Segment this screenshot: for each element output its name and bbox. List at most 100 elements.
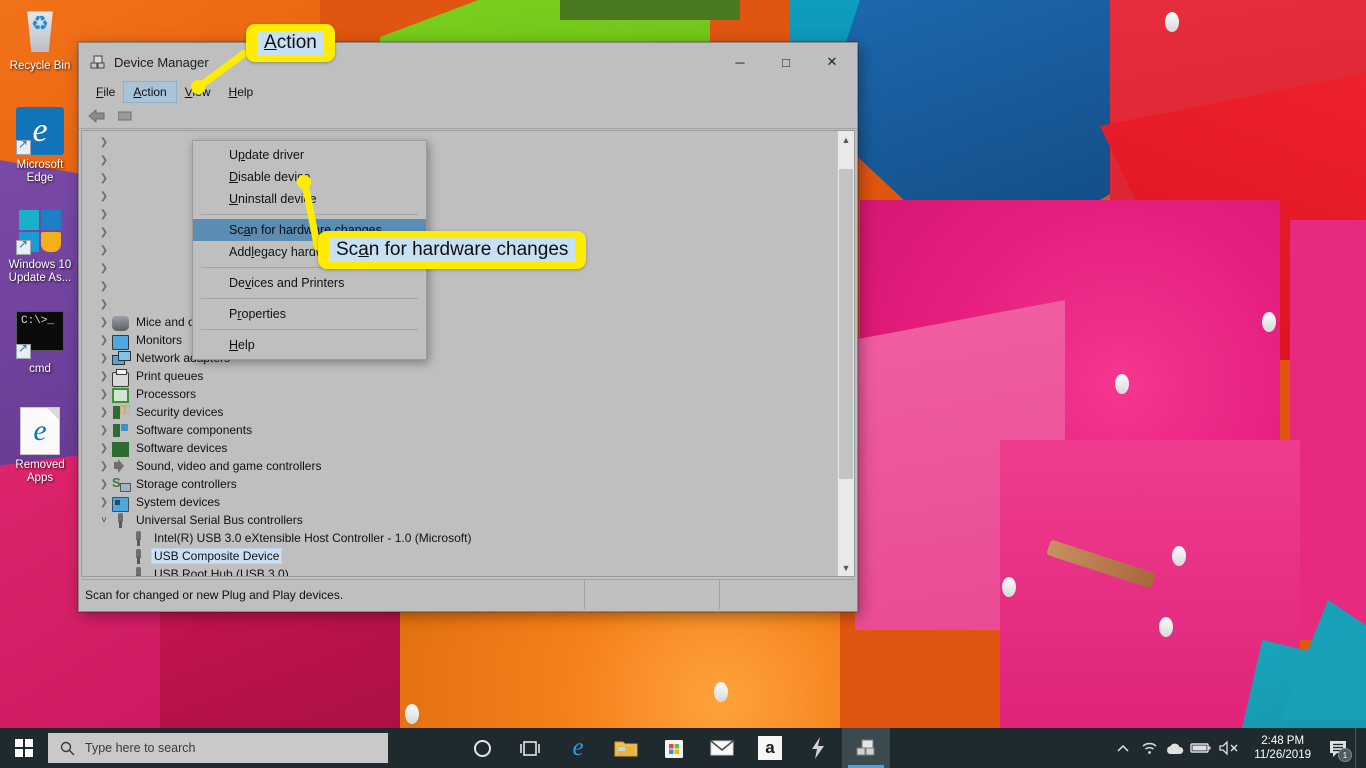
command-prompt-icon: C:\>_ bbox=[16, 311, 64, 359]
close-button[interactable]: ✕ bbox=[809, 47, 855, 77]
chevron-right-icon[interactable]: ❯ bbox=[96, 407, 112, 418]
table-row[interactable]: ❯ System devices bbox=[82, 493, 837, 512]
minimize-button[interactable]: ─ bbox=[717, 47, 763, 77]
windows-logo-icon bbox=[15, 739, 33, 757]
table-row[interactable]: ❯ Print queues bbox=[82, 367, 837, 387]
menu-help[interactable]: Help bbox=[220, 82, 263, 102]
chevron-right-icon[interactable]: ❯ bbox=[96, 281, 112, 292]
menu-item-uninstall-device[interactable]: Uninstall device bbox=[193, 188, 426, 210]
desktop-icon-label: Recycle Bin bbox=[9, 60, 71, 72]
notification-badge: 1 bbox=[1338, 748, 1352, 762]
wallpaper-umbrella-knob bbox=[1262, 312, 1276, 332]
chevron-right-icon[interactable]: ❯ bbox=[96, 443, 112, 454]
chevron-right-icon[interactable]: ❯ bbox=[96, 263, 112, 274]
desktop-icon-windows-10-update-assistant[interactable]: Windows 10 Update As... bbox=[2, 207, 78, 285]
menu-action[interactable]: Action bbox=[123, 81, 177, 103]
table-row-label: System devices bbox=[136, 495, 221, 509]
chevron-right-icon[interactable]: ❯ bbox=[96, 371, 112, 382]
taskbar-cortana-icon[interactable] bbox=[458, 728, 506, 768]
onedrive-cloud-icon[interactable] bbox=[1162, 728, 1188, 768]
chevron-right-icon[interactable]: ❯ bbox=[96, 299, 112, 310]
window-statusbar: Scan for changed or new Plug and Play de… bbox=[81, 579, 855, 609]
menu-item-properties[interactable]: Pr operties bbox=[193, 303, 426, 325]
table-row[interactable]: ❯ Processors bbox=[82, 385, 837, 403]
chevron-right-icon[interactable]: ❯ bbox=[96, 461, 112, 472]
table-row-label: Intel(R) USB 3.0 eXtensible Host Control… bbox=[154, 531, 472, 545]
volume-muted-icon[interactable] bbox=[1214, 728, 1244, 768]
monitor-icon bbox=[112, 333, 129, 350]
clock-time: 2:48 PM bbox=[1261, 735, 1305, 747]
menu-item-help[interactable]: Help bbox=[193, 334, 426, 356]
taskbar-mail-icon[interactable] bbox=[698, 728, 746, 768]
back-arrow-icon[interactable] bbox=[87, 106, 107, 126]
table-row[interactable]: ❯ Storage controllers bbox=[82, 475, 837, 493]
battery-icon[interactable] bbox=[1188, 728, 1214, 768]
mouse-icon bbox=[112, 315, 129, 331]
taskbar-file-explorer-icon[interactable] bbox=[602, 728, 650, 768]
table-row[interactable]: ˅ Universal Serial Bus controllers bbox=[82, 511, 837, 529]
table-row[interactable]: ❯ Security devices bbox=[82, 402, 837, 421]
device-manager-icon bbox=[89, 54, 106, 71]
chevron-right-icon[interactable]: ❯ bbox=[96, 173, 112, 184]
menu-item-devices-and-printers[interactable]: De v ices and Printers bbox=[193, 272, 426, 294]
windows-taskbar: Type here to search e a 2:48 PM 11/26/20… bbox=[0, 728, 1366, 768]
chevron-right-icon[interactable]: ❯ bbox=[96, 425, 112, 436]
taskbar-microsoft-store-icon[interactable] bbox=[650, 728, 698, 768]
wallpaper-umbrella-knob bbox=[1115, 374, 1129, 394]
start-button[interactable] bbox=[0, 728, 48, 768]
maximize-button[interactable]: □ bbox=[763, 47, 809, 77]
properties-icon[interactable] bbox=[115, 106, 135, 126]
software-device-icon bbox=[112, 441, 129, 457]
taskbar-lightning-icon[interactable] bbox=[794, 728, 842, 768]
chevron-right-icon[interactable]: ❯ bbox=[96, 191, 112, 202]
scroll-down-arrow[interactable]: ▼ bbox=[838, 559, 854, 576]
desktop-icon-cmd[interactable]: C:\>_ cmd bbox=[2, 307, 78, 376]
taskbar-search-box[interactable]: Type here to search bbox=[48, 733, 388, 763]
chevron-down-icon[interactable]: ˅ bbox=[96, 515, 112, 526]
taskbar-microsoft-edge-icon[interactable]: e bbox=[554, 728, 602, 768]
wifi-icon[interactable] bbox=[1136, 728, 1162, 768]
chevron-right-icon[interactable]: ❯ bbox=[96, 155, 112, 166]
desktop-icon-microsoft-edge[interactable]: e Microsoft Edge bbox=[2, 107, 78, 185]
table-row[interactable]: USB Root Hub (USB 3.0) bbox=[82, 565, 837, 576]
table-row-label: Software components bbox=[136, 423, 253, 437]
taskbar-device-manager-icon[interactable] bbox=[842, 728, 890, 768]
table-row[interactable]: ❯ Software components bbox=[82, 421, 837, 439]
desktop-icon-removed-apps[interactable]: e Removed Apps bbox=[2, 407, 78, 485]
taskbar-amazon-icon[interactable]: a bbox=[746, 728, 794, 768]
table-row[interactable]: Intel(R) USB 3.0 eXtensible Host Control… bbox=[82, 529, 837, 547]
taskbar-task-view-icon[interactable] bbox=[506, 728, 554, 768]
table-row[interactable]: USB Composite Device bbox=[82, 547, 837, 565]
chevron-right-icon[interactable]: ❯ bbox=[96, 389, 112, 400]
wallpaper-umbrella-knob bbox=[1002, 577, 1016, 597]
table-row[interactable]: ❯ Software devices bbox=[82, 439, 837, 457]
window-titlebar[interactable]: Device Manager ─ □ ✕ bbox=[79, 43, 857, 81]
scrollbar-thumb[interactable] bbox=[839, 169, 853, 479]
desktop-icon-label: cmd bbox=[29, 363, 51, 375]
menu-item-update-driver[interactable]: Up date driver bbox=[193, 144, 426, 166]
vertical-scrollbar[interactable]: ▲ ▼ bbox=[837, 131, 854, 576]
show-hidden-icons-chevron[interactable] bbox=[1110, 728, 1136, 768]
chevron-right-icon[interactable]: ❯ bbox=[96, 335, 112, 346]
chevron-right-icon[interactable]: ❯ bbox=[96, 317, 112, 328]
table-row[interactable]: ❯ Sound, video and game controllers bbox=[82, 457, 837, 475]
chevron-right-icon[interactable]: ❯ bbox=[96, 209, 112, 220]
wallpaper-umbrella-pink-edge bbox=[1290, 220, 1366, 640]
menu-view[interactable]: View bbox=[176, 82, 220, 102]
chevron-right-icon[interactable]: ❯ bbox=[96, 479, 112, 490]
usb-icon bbox=[130, 566, 147, 576]
menu-item-disable-device[interactable]: Disable device bbox=[193, 166, 426, 188]
wallpaper-umbrella-knob bbox=[1165, 12, 1179, 32]
show-desktop-button[interactable] bbox=[1355, 728, 1362, 768]
taskbar-clock[interactable]: 2:48 PM 11/26/2019 bbox=[1244, 734, 1321, 762]
chevron-right-icon[interactable]: ❯ bbox=[96, 497, 112, 508]
chevron-right-icon[interactable]: ❯ bbox=[96, 137, 112, 148]
menu-file[interactable]: File bbox=[87, 82, 124, 102]
scroll-up-arrow[interactable]: ▲ bbox=[838, 131, 854, 148]
notification-center-button[interactable]: 1 bbox=[1321, 728, 1355, 768]
chevron-right-icon[interactable]: ❯ bbox=[96, 245, 112, 256]
chevron-right-icon[interactable]: ❯ bbox=[96, 227, 112, 238]
wallpaper-background-dark bbox=[560, 0, 740, 20]
chevron-right-icon[interactable]: ❯ bbox=[96, 353, 112, 364]
desktop-icon-recycle-bin[interactable]: Recycle Bin bbox=[2, 8, 78, 73]
